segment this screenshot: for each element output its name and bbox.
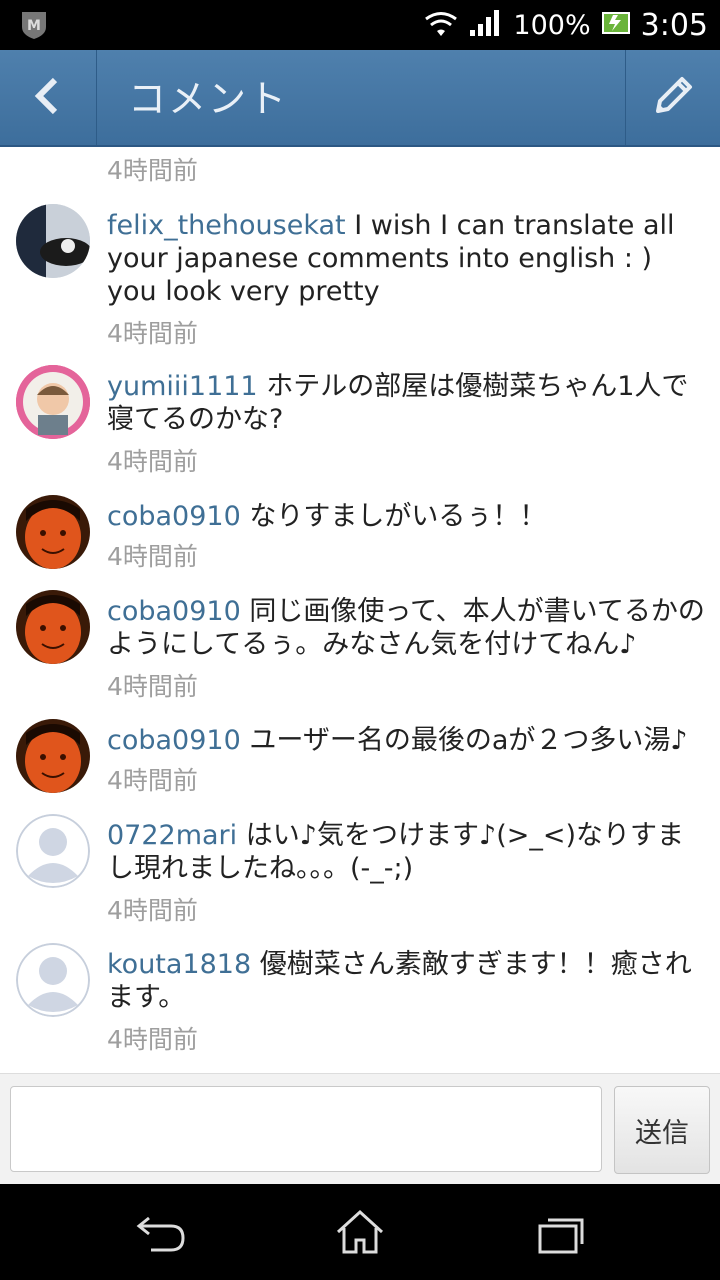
timestamp: 4時間前 (107, 447, 198, 476)
back-icon[interactable] (131, 1208, 191, 1258)
default-avatar-icon[interactable] (16, 943, 90, 1017)
comment-text: coba0910 なりすましがいるぅ！！ (107, 500, 707, 533)
status-bar: M 100% 3:05 (0, 0, 720, 50)
timestamp: 4時間前 (107, 542, 198, 571)
comment-text: 0722mari はい♪気をつけます♪(>_<)なりすまし現れましたね。。。(-… (107, 819, 707, 885)
timestamp: 4時間前 (107, 766, 198, 795)
comment-input-bar: 送信 (0, 1073, 720, 1185)
avatar[interactable] (16, 590, 90, 664)
timestamp: 4時間前 (107, 1025, 198, 1054)
comment-list[interactable]: 4時間前 felix_thehousekat I wish I can tran… (0, 147, 720, 1073)
recent-apps-icon[interactable] (530, 1208, 590, 1258)
comment-body: ユーザー名の最後のaが２つ多い湯♪ (249, 725, 688, 756)
comment-text: yumiii1111 ホテルの部屋は優樹菜ちゃん1人で寝てるのかな? (107, 370, 707, 436)
edit-button[interactable] (625, 50, 720, 145)
battery-icon (601, 9, 631, 41)
comment-input[interactable] (10, 1086, 602, 1172)
timestamp: 4時間前 (107, 896, 198, 925)
comment-text: coba0910 ユーザー名の最後のaが２つ多い湯♪ (107, 724, 707, 757)
comment-username[interactable]: coba0910 (107, 501, 241, 532)
back-button[interactable] (0, 50, 97, 145)
signal-icon (469, 8, 503, 42)
wifi-icon (423, 8, 459, 42)
comment-username[interactable]: yumiii1111 (107, 371, 258, 402)
home-icon[interactable] (330, 1208, 390, 1258)
comment-text: kouta1818 優樹菜さん素敵すぎます！！癒されます。 (107, 948, 707, 1014)
comment-text: felix_thehousekat I wish I can translate… (107, 209, 707, 308)
comment-username[interactable]: coba0910 (107, 725, 241, 756)
timestamp: 4時間前 (107, 319, 198, 348)
comment-username[interactable]: 0722mari (107, 820, 237, 851)
battery-percent: 100% (513, 9, 591, 41)
security-app-icon: M (18, 9, 50, 41)
avatar[interactable] (16, 365, 90, 439)
comment-body: なりすましがいるぅ！！ (249, 501, 547, 532)
app-bar: コメント (0, 50, 720, 147)
svg-text:M: M (27, 18, 41, 34)
send-button[interactable]: 送信 (614, 1086, 710, 1174)
comment-username[interactable]: felix_thehousekat (107, 210, 346, 241)
default-avatar-icon[interactable] (16, 814, 90, 888)
clock: 3:05 (640, 7, 708, 43)
page-title: コメント (128, 77, 289, 121)
comment-username[interactable]: kouta1818 (107, 949, 251, 980)
avatar[interactable] (16, 495, 90, 569)
pencil-icon (648, 71, 698, 125)
timestamp: 4時間前 (107, 672, 198, 701)
avatar[interactable] (16, 719, 90, 793)
comment-text: coba0910 同じ画像使って、本人が書いてるかのようにしてるぅ。みなさん気を… (107, 595, 707, 661)
chevron-left-icon (33, 76, 63, 120)
timestamp: 4時間前 (107, 156, 198, 185)
navigation-bar (0, 1184, 720, 1280)
comment-username[interactable]: coba0910 (107, 596, 241, 627)
avatar[interactable] (16, 204, 90, 278)
